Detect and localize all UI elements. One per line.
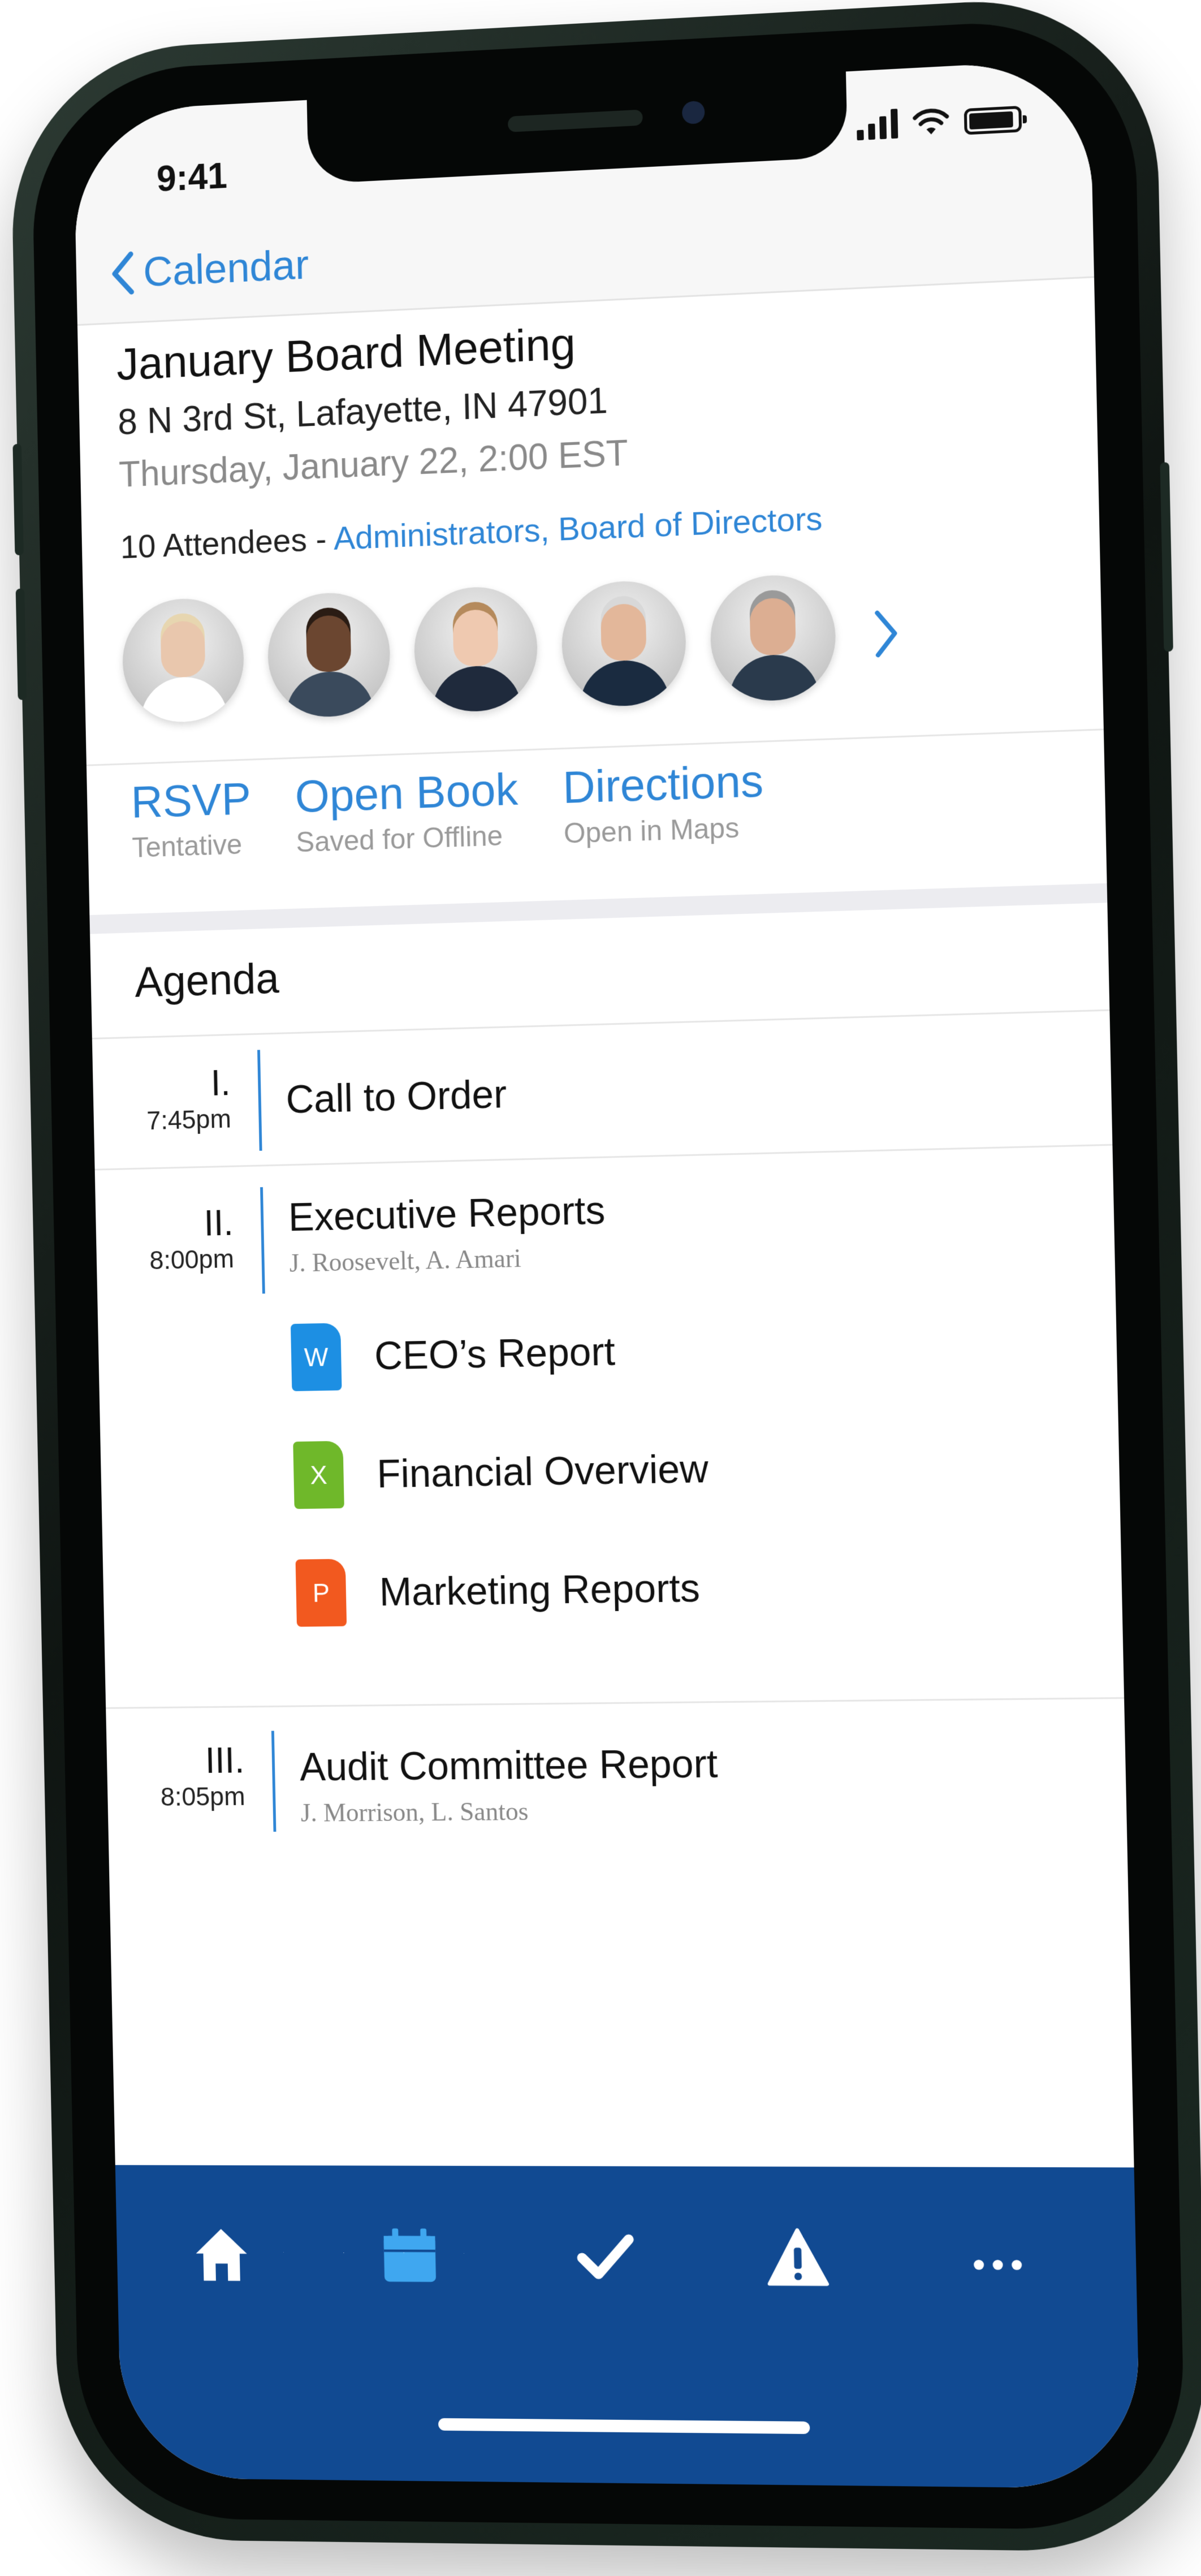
agenda-item-title[interactable]: Call to Order: [286, 1071, 507, 1122]
status-icons: [857, 102, 1022, 141]
tab-home[interactable]: [182, 2216, 261, 2294]
excel-doc-icon: X: [293, 1440, 344, 1509]
agenda-item-presenters: J. Roosevelt, A. Amari: [289, 1244, 522, 1278]
app-screen: 9:41 Calendar January Board Meeting 8 N …: [73, 58, 1141, 2489]
battery-icon: [964, 105, 1022, 135]
word-doc-icon: W: [290, 1323, 342, 1392]
agenda-heading: Agenda: [134, 954, 280, 1007]
avatar[interactable]: [560, 579, 688, 709]
powerpoint-doc-icon: P: [295, 1559, 347, 1627]
doc-type-letter: P: [312, 1578, 330, 1608]
open-book-status: Saved for Offline: [296, 819, 503, 858]
item-roman: II.: [203, 1202, 234, 1244]
rsvp-button[interactable]: RSVP Tentative: [87, 773, 253, 901]
doc-type-letter: X: [309, 1460, 328, 1490]
document-name: CEO’s Report: [374, 1329, 616, 1378]
agenda-item-title[interactable]: Audit Committee Report: [299, 1741, 718, 1789]
tab-more[interactable]: [957, 2219, 1039, 2299]
item-time: 8:00pm: [149, 1244, 235, 1275]
rsvp-status: Tentative: [131, 828, 243, 864]
speaker-grille: [507, 109, 643, 132]
agenda-item-bar: [257, 1050, 262, 1151]
divider: [106, 1697, 1125, 1709]
camera-icon: [681, 100, 705, 124]
divider: [94, 1144, 1113, 1171]
back-button[interactable]: Calendar: [109, 240, 309, 297]
attendee-groups-link[interactable]: Administrators, Board of Directors: [333, 500, 823, 556]
back-label: Calendar: [142, 240, 309, 296]
checkmark-icon: [574, 2225, 637, 2288]
more-icon: [974, 2259, 1022, 2270]
tab-tasks[interactable]: [565, 2217, 646, 2297]
document-link[interactable]: X Financial Overview: [293, 1435, 709, 1509]
avatar[interactable]: [266, 590, 391, 719]
calendar-icon: [383, 2228, 437, 2282]
warning-icon: [766, 2227, 830, 2289]
agenda-item-bar: [271, 1731, 277, 1832]
item-time: 7:45pm: [146, 1103, 232, 1136]
item-roman: I.: [210, 1062, 231, 1103]
avatar[interactable]: [121, 596, 245, 724]
divider: [92, 1009, 1110, 1039]
agenda-item-number: III. 8:05pm: [106, 1740, 245, 1813]
directions-button[interactable]: Directions Open in Maps: [517, 755, 766, 888]
agenda-item-title[interactable]: Executive Reports: [288, 1188, 606, 1240]
status-time: 9:41: [156, 155, 228, 200]
signal-icon: [857, 109, 898, 141]
directions-label: Directions: [562, 755, 764, 813]
document-link[interactable]: P Marketing Reports: [295, 1554, 701, 1627]
avatar[interactable]: [709, 573, 837, 703]
document-name: Financial Overview: [376, 1446, 709, 1496]
item-roman: III.: [205, 1740, 245, 1781]
agenda-item-presenters: J. Morrison, L. Santos: [300, 1797, 529, 1827]
agenda-item-number: I. 7:45pm: [93, 1062, 231, 1137]
home-icon: [195, 2229, 248, 2281]
chevron-right-icon[interactable]: [871, 607, 901, 660]
avatar[interactable]: [413, 585, 539, 714]
attendee-avatars: [121, 571, 902, 724]
home-indicator[interactable]: [438, 2418, 810, 2434]
agenda-item-number: II. 8:00pm: [96, 1202, 234, 1276]
phone-device: 9:41 Calendar January Board Meeting 8 N …: [8, 0, 1201, 2553]
tab-alerts[interactable]: [757, 2217, 839, 2297]
event-details: January Board Meeting 8 N 3rd St, Lafaye…: [116, 295, 1063, 495]
directions-sub: Open in Maps: [563, 812, 740, 849]
event-actions: RSVP Tentative Open Book Saved for Offli…: [87, 743, 1107, 901]
item-time: 8:05pm: [160, 1781, 245, 1811]
wifi-icon: [913, 107, 950, 135]
chevron-left-icon: [109, 250, 136, 296]
tab-bar: [115, 2165, 1141, 2489]
open-book-label: Open Book: [295, 763, 519, 822]
tab-calendar[interactable]: [370, 2216, 450, 2295]
agenda-item-bar: [260, 1187, 265, 1294]
open-book-button[interactable]: Open Book Saved for Offline: [250, 763, 520, 896]
doc-type-letter: W: [304, 1342, 329, 1372]
attendees-summary: 10 Attendees - Administrators, Board of …: [120, 489, 1076, 566]
document-link[interactable]: W CEO’s Report: [290, 1317, 616, 1392]
attendee-count: 10 Attendees -: [120, 520, 334, 566]
document-name: Marketing Reports: [379, 1565, 701, 1614]
rsvp-label: RSVP: [130, 773, 252, 827]
